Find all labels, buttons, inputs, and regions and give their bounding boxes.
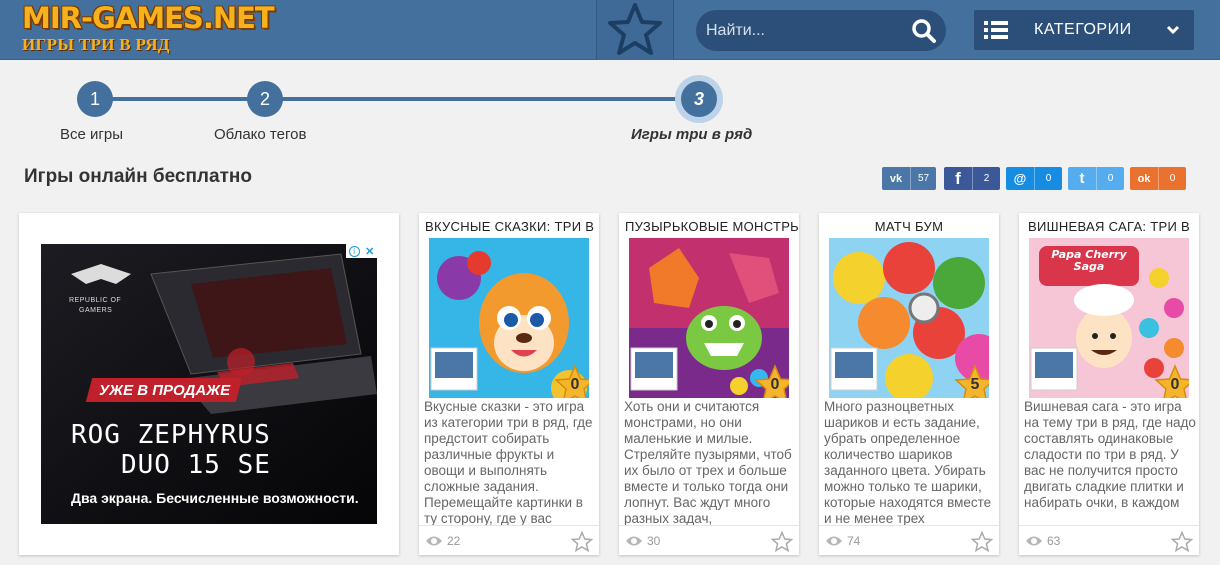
facebook-icon: f [955, 168, 961, 188]
breadcrumb-label-all-games[interactable]: Все игры [60, 126, 123, 143]
share-vk-button[interactable]: vk 57 [882, 167, 936, 190]
logo-title: MIR-GAMES.NET [22, 1, 275, 35]
search-box [696, 10, 946, 51]
views-count: 63 [1047, 534, 1061, 548]
page-title: Игры онлайн бесплатно [24, 166, 252, 187]
rating-value: 5 [970, 376, 980, 393]
breadcrumb-connector [112, 97, 252, 101]
game-footer: 22 [419, 525, 599, 555]
game-footer: 63 [1019, 525, 1199, 555]
share-facebook-button[interactable]: f 2 [944, 167, 1000, 190]
rating-value: 0 [1170, 376, 1180, 393]
game-description: Вишневая сага - это игра на тему три в р… [1024, 399, 1196, 510]
share-count: 0 [1096, 167, 1124, 190]
add-favorite-star-icon[interactable] [571, 531, 593, 552]
views-count: 22 [447, 534, 461, 548]
breadcrumb-step-1[interactable]: 1 [77, 81, 113, 117]
rating-badge: 0 [1153, 364, 1189, 398]
odnoklassniki-icon: ok [1137, 172, 1151, 185]
vk-icon: vk [889, 172, 903, 185]
add-favorite-star-icon[interactable] [1171, 531, 1193, 552]
add-favorite-star-icon[interactable] [771, 531, 793, 552]
share-moimir-button[interactable]: @ 0 [1006, 167, 1062, 190]
game-title[interactable]: ВКУСНЫЕ СКАЗКИ: ТРИ В [419, 219, 599, 234]
game-thumbnail[interactable]: 0 [429, 238, 589, 398]
eye-icon [426, 536, 442, 546]
game-thumbnail[interactable]: 0 [629, 238, 789, 398]
game-card[interactable]: ВИШНЕВАЯ САГА: ТРИ В Papa Cherry Saga 0 … [1019, 213, 1199, 555]
ad-product-line1: ROG ZEPHYRUS [71, 420, 271, 450]
game-footer: 74 [819, 525, 999, 555]
views-counter: 63 [1025, 534, 1060, 548]
info-icon: i [348, 245, 360, 257]
views-counter: 30 [625, 534, 660, 548]
share-count: 2 [972, 167, 1000, 190]
game-thumbnail[interactable]: Papa Cherry Saga 0 [1029, 238, 1189, 398]
ad-banner[interactable]: REPUBLIC OF GAMERS УЖЕ В ПРОДАЖЕ ROG ZEP… [41, 244, 377, 524]
game-card[interactable]: ПУЗЫРЬКОВЫЕ МОНСТРЫ 0 Хоть они и считают… [619, 213, 799, 555]
search-button[interactable] [908, 15, 940, 47]
search-icon [912, 19, 936, 43]
game-description: Хоть они и считаются монстрами, но они м… [624, 399, 792, 525]
rating-badge: 5 [953, 364, 989, 398]
game-title[interactable]: ВИШНЕВАЯ САГА: ТРИ В [1019, 219, 1199, 234]
ad-brand-line1: REPUBLIC OF [69, 297, 122, 304]
list-icon [984, 21, 1008, 39]
ad-brand-line2: GAMERS [79, 307, 113, 314]
rating-value: 0 [570, 376, 580, 393]
twitter-icon: t [1079, 170, 1085, 187]
views-counter: 74 [825, 534, 860, 548]
ad-badge: УЖЕ В ПРОДАЖЕ [99, 382, 231, 399]
views-count: 74 [847, 534, 861, 548]
site-logo[interactable]: MIR-GAMES.NET ИГРЫ ТРИ В РЯД [22, 1, 275, 54]
breadcrumb-step-3-current: 3 [675, 75, 723, 123]
rating-value: 0 [770, 376, 780, 393]
rating-badge: 0 [753, 364, 789, 398]
share-count: 0 [1034, 167, 1062, 190]
ad-choices[interactable]: i ✕ [346, 244, 377, 258]
eye-icon [1026, 536, 1042, 546]
breadcrumb-step-2[interactable]: 2 [247, 81, 283, 117]
game-card[interactable]: МАТЧ БУМ 5 Много разноцветных шариков и … [819, 213, 999, 555]
close-icon: ✕ [365, 245, 375, 258]
logo-subtitle: ИГРЫ ТРИ В РЯД [22, 35, 170, 54]
chevron-down-icon [1166, 25, 1180, 35]
game-card[interactable]: ВКУСНЫЕ СКАЗКИ: ТРИ В 0 Вкусные сказки -… [419, 213, 599, 555]
game-title[interactable]: МАТЧ БУМ [819, 219, 999, 234]
breadcrumb-label-tag-cloud[interactable]: Облако тегов [214, 126, 306, 143]
categories-button[interactable]: КАТЕГОРИИ [974, 10, 1194, 50]
ad-card: REPUBLIC OF GAMERS УЖЕ В ПРОДАЖЕ ROG ZEP… [19, 213, 399, 555]
game-description: Много разноцветных шариков и есть задани… [824, 399, 992, 525]
game-title[interactable]: ПУЗЫРЬКОВЫЕ МОНСТРЫ [619, 219, 799, 234]
moimir-icon: @ [1013, 171, 1027, 186]
share-odnoklassniki-button[interactable]: ok 0 [1130, 167, 1186, 190]
favorites-button[interactable] [596, 0, 674, 60]
ad-tagline: Два экрана. Бесчисленные возможности. [71, 490, 359, 506]
share-count: 0 [1158, 167, 1186, 190]
eye-icon [826, 536, 842, 546]
breadcrumb-label-current: Игры три в ряд [631, 126, 753, 143]
game-footer: 30 [619, 525, 799, 555]
share-count: 57 [910, 167, 936, 190]
ad-product-line2: DUO 15 SE [121, 450, 271, 480]
game-thumbnail[interactable]: 5 [829, 238, 989, 398]
site-header: MIR-GAMES.NET ИГРЫ ТРИ В РЯД КАТЕГОРИИ [0, 0, 1220, 60]
categories-label: КАТЕГОРИИ [1034, 21, 1132, 38]
game-description: Вкусные сказки - это игра из категории т… [424, 399, 593, 525]
rating-badge: 0 [553, 364, 589, 398]
views-count: 30 [647, 534, 661, 548]
search-input[interactable] [696, 10, 896, 51]
add-favorite-star-icon[interactable] [971, 531, 993, 552]
eye-icon [626, 536, 642, 546]
views-counter: 22 [425, 534, 460, 548]
breadcrumb-connector [282, 97, 682, 101]
game-logo-text: Papa Cherry Saga [1051, 248, 1127, 273]
share-twitter-button[interactable]: t 0 [1068, 167, 1124, 190]
star-outline-icon [608, 3, 662, 55]
